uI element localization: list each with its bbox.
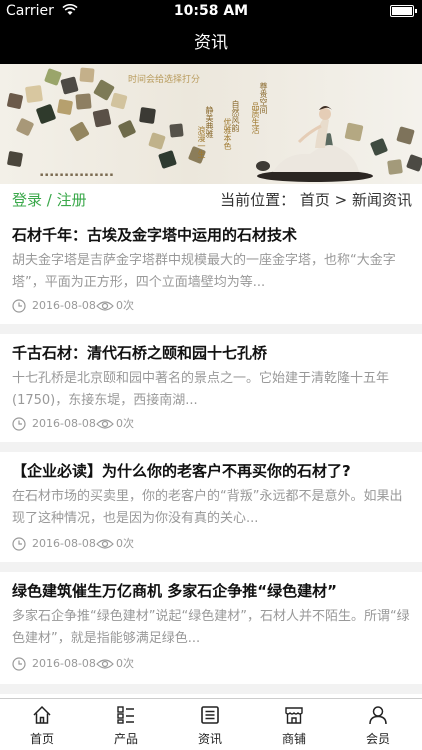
news-summary: 在石材市场的买卖里，你的老客户的“背叛”永远都不是意外。如果出现了这种情况，也是…	[12, 489, 403, 526]
tab-label: 产品	[113, 732, 138, 746]
banner-headline: 时间会给选择打分	[128, 75, 201, 85]
tab-label: 商铺	[281, 732, 306, 746]
news-summary: 胡夫金字塔是吉萨金字塔群中规模最大的一座金字塔，也称“大金字塔”，平面为正方形，…	[12, 253, 396, 290]
news-list-item[interactable]: 绿色建筑催生万亿商机 多家石企争推“绿色建材” 多家石企争推“绿色建材”说起“绿…	[0, 572, 422, 684]
banner-image[interactable]: 时间会给选择打分 静美典雅 浪漫一生 自然风韵 优雅本色 尊贵空间 品质生活 ▪…	[0, 64, 422, 184]
news-summary: 多家石企争推“绿色建材”说起“绿色建材”，石材人并不陌生。所谓“绿色建材”，就是…	[12, 609, 410, 646]
eye-icon	[96, 539, 114, 549]
status-bar: Carrier 10:58 AM	[0, 0, 422, 22]
tab-products[interactable]: 产品	[84, 699, 168, 750]
news-icon	[201, 706, 219, 724]
eye-icon	[96, 301, 114, 311]
tab-label: 会员	[365, 732, 390, 746]
news-meta: 2016-08-08 0次	[12, 656, 212, 672]
news-summary: 十七孔桥是北京颐和园中著名的景点之一。它始建于清乾隆十五年(1750)，东接东堤…	[12, 371, 390, 408]
news-meta: 2016-08-08 0次	[12, 298, 212, 314]
news-date: 2016-08-08	[32, 299, 96, 312]
tab-label: 首页	[29, 732, 54, 746]
eye-icon	[96, 659, 114, 669]
news-views: 0次	[116, 417, 134, 430]
location-bar: 登录 / 注册 当前位置： 首页 > 新闻资讯	[0, 184, 422, 216]
banner-column-4: 优雅本色	[223, 118, 232, 150]
banner-column-2: 浪漫一生	[197, 126, 206, 158]
clock-icon	[12, 537, 26, 551]
page-title: 资讯	[194, 33, 228, 53]
news-views: 0次	[116, 537, 134, 550]
news-list-item[interactable]: 千古石材：清代石桥之颐和园十七孔桥 十七孔桥是北京颐和园中著名的景点之一。它始建…	[0, 334, 422, 442]
tab-bar: 首页 产品 资讯 商铺 会员	[0, 698, 422, 750]
battery-icon	[390, 5, 417, 17]
clock-icon	[12, 299, 26, 313]
grid-list-icon	[117, 706, 134, 724]
shop-icon	[285, 707, 303, 724]
clock: 10:58 AM	[173, 3, 249, 19]
news-date: 2016-08-08	[32, 657, 96, 670]
clock-icon	[12, 657, 26, 671]
news-date: 2016-08-08	[32, 537, 96, 550]
user-icon	[369, 706, 387, 725]
news-title[interactable]: 石材千年：古埃及金字塔中运用的石材技术	[12, 224, 297, 245]
news-date: 2016-08-08	[32, 417, 96, 430]
news-title[interactable]: 绿色建筑催生万亿商机 多家石企争推“绿色建材”	[12, 580, 337, 601]
login-register-link[interactable]: 登录 / 注册	[12, 184, 87, 216]
tab-member[interactable]: 会员	[336, 699, 420, 750]
home-icon	[33, 705, 51, 724]
news-title[interactable]: 【企业必读】为什么你的老客户不再买你的石材了?	[12, 460, 351, 481]
news-list-item[interactable]: 【企业必读】为什么你的老客户不再买你的石材了? 在石材市场的买卖里，你的老客户的…	[0, 452, 422, 562]
news-meta: 2016-08-08 0次	[12, 536, 212, 552]
eye-icon	[96, 419, 114, 429]
tab-label: 资讯	[197, 732, 222, 746]
news-views: 0次	[116, 299, 134, 312]
nav-bar: 资讯	[0, 22, 422, 64]
tab-shop[interactable]: 商铺	[252, 699, 336, 750]
news-list-item[interactable]: 石材千年：古埃及金字塔中运用的石材技术 胡夫金字塔是吉萨金字塔群中规模最大的一座…	[0, 216, 422, 324]
tab-home[interactable]: 首页	[0, 699, 84, 750]
news-views: 0次	[116, 657, 134, 670]
breadcrumb: 当前位置： 首页 > 新闻资讯	[220, 191, 412, 209]
tab-news[interactable]: 资讯	[168, 699, 252, 750]
news-title[interactable]: 千古石材：清代石桥之颐和园十七孔桥	[12, 342, 267, 363]
clock-icon	[12, 417, 26, 431]
news-meta: 2016-08-08 0次	[12, 416, 212, 432]
woman-figure-image	[256, 106, 373, 182]
